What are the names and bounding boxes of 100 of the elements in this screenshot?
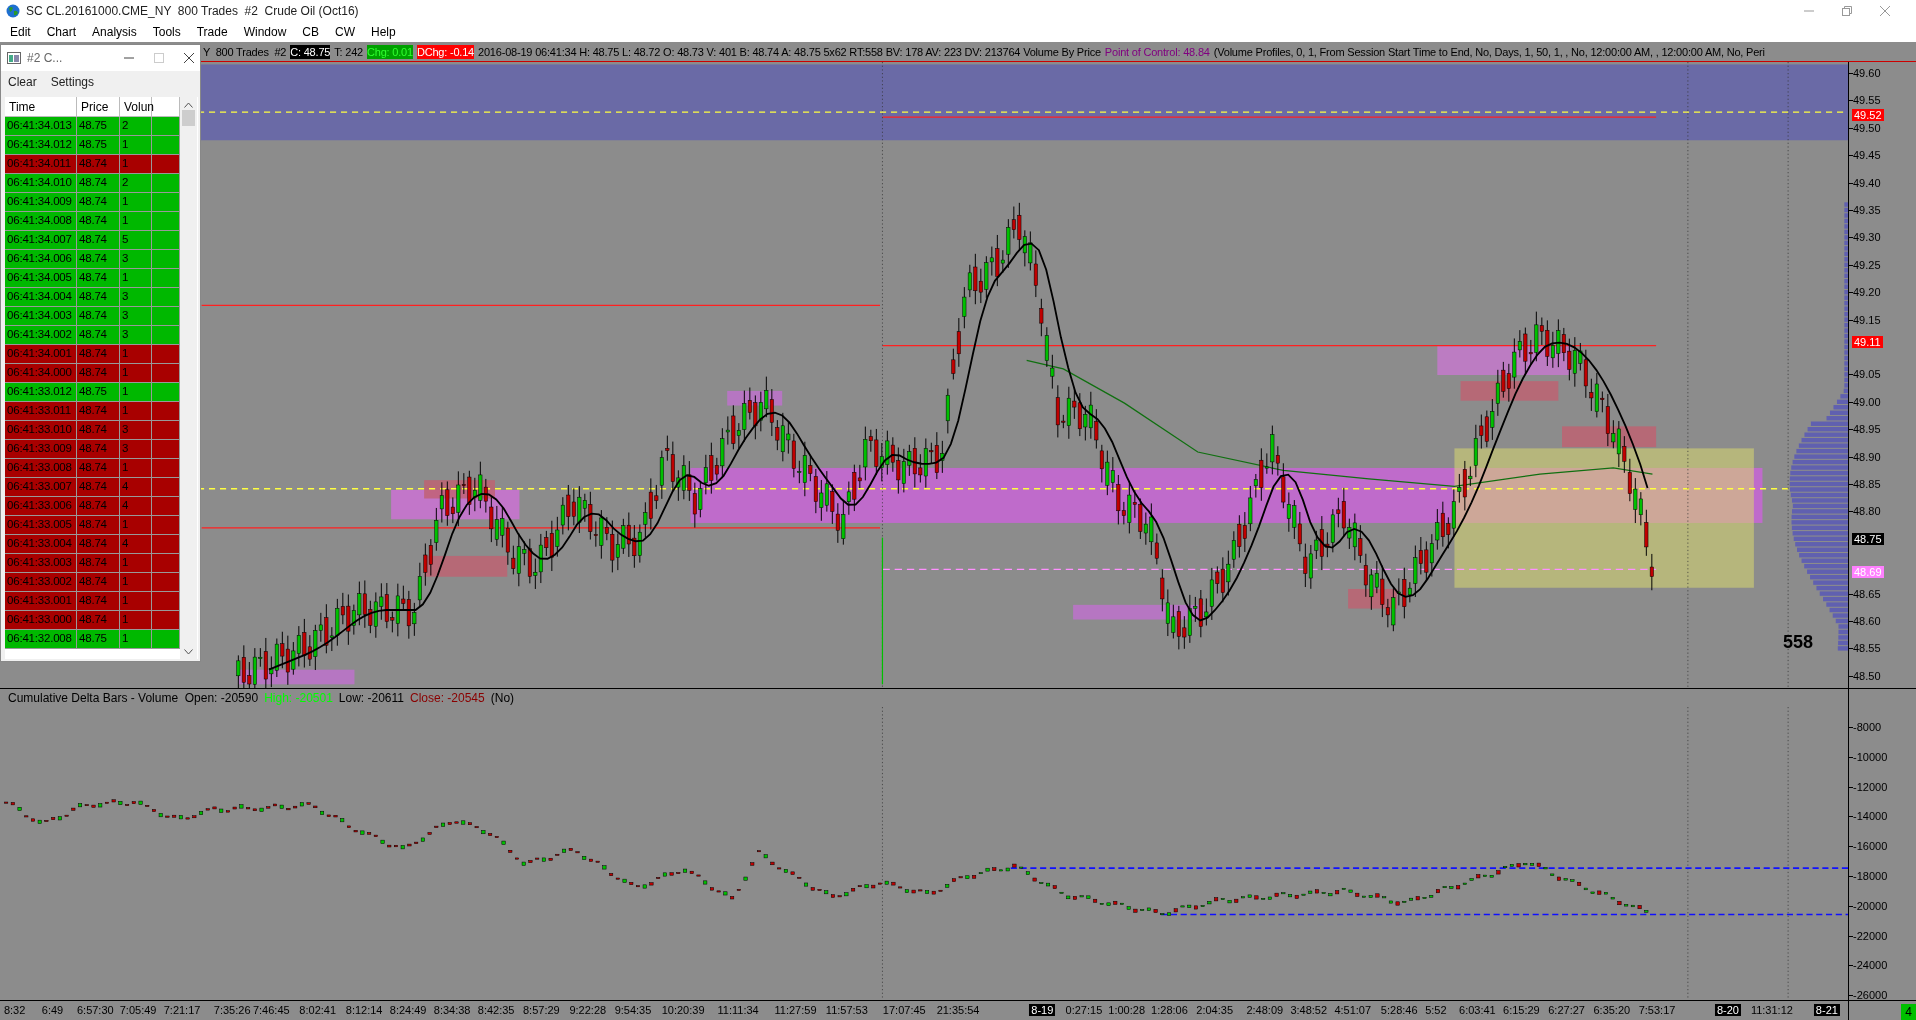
maximize-icon[interactable] [154,53,164,63]
table-cell: 4 [120,497,152,515]
table-cell: 1 [120,345,152,363]
time-label: 21:35:54 [935,1004,981,1016]
table-cell: 1 [120,630,152,648]
globe-icon [6,4,20,18]
time-label: 8:02:41 [298,1004,338,1016]
table-cell: 4 [120,478,152,496]
menu-item[interactable]: Chart [38,24,85,40]
price-marker: 48.69 [1852,566,1884,578]
time-label: 11:11:34 [716,1004,760,1016]
table-cell: 06:41:33.002 [5,573,77,591]
scroll-down-icon[interactable] [184,649,193,655]
table-cell: 1 [120,212,152,230]
close-icon[interactable] [184,53,194,63]
menu-item[interactable]: Edit [2,24,39,40]
table-cell: 1 [120,269,152,287]
table-cell: 1 [120,592,152,610]
table-cell: 48.74 [77,307,120,325]
table-cell: 06:41:34.012 [5,136,77,154]
date-label: 8-20 [1714,1004,1741,1016]
indicator-text: Low: -20611 [338,691,404,705]
table-cell: 48.75 [77,383,120,401]
table-cell: 06:41:34.000 [5,364,77,382]
table-cell: 06:41:34.010 [5,174,77,192]
scroll-up-icon[interactable] [184,102,193,108]
time-label: 11:31:12 [1749,1004,1794,1016]
table-cell: 48.74 [77,250,120,268]
time-label: 6:27:27 [1547,1004,1586,1016]
table-cell: 06:41:34.008 [5,212,77,230]
chart-info-text: Point of Control: 48.84 [1104,44,1210,59]
chart-info-text: (Volume Profiles, 0, 1, From Session Start Time to End, No, Days, 1, 50, 1, , No, 12:00:00 AM, , 12:00:00 AM, No, Peri [1213,44,1765,59]
table-cell: 1 [120,611,152,629]
time-label: 8:57:29 [522,1004,561,1016]
table-cell: 3 [120,421,152,439]
date-label: 8-21 [1813,1004,1840,1016]
table-cell: 48.74 [77,516,120,534]
time-label: 3:48:52 [1289,1004,1329,1016]
menu-item[interactable]: Help [363,24,404,40]
table-cell: 1 [120,155,152,173]
table-cell: 06:41:34.009 [5,193,77,211]
table-cell: 48.74 [77,440,120,458]
table-cell: 48.74 [77,554,120,572]
table-cell: 06:41:33.008 [5,459,77,477]
table-cell: 3 [120,326,152,344]
chart-info-text: Y 800 Trades #2 [203,44,287,59]
table-cell: 2 [120,174,152,192]
time-label: 7:53:17 [1637,1004,1677,1016]
table-cell: 48.74 [77,402,120,420]
time-label: 8:24:49 [388,1004,428,1016]
menu-item[interactable]: CB [294,24,327,40]
time-label: 9:54:35 [613,1004,653,1016]
time-label: 11:57:53 [824,1004,869,1016]
table-cell: 1 [120,383,152,401]
indicator-text: Cumulative Delta Bars - Volume Open: -20590 [8,691,259,705]
time-label: 8:32 [2,1004,27,1016]
table-cell: 48.74 [77,231,120,249]
price-marker: 49.52 [1852,109,1884,121]
price-marker: 49.11 [1852,336,1883,348]
table-cell: 1 [120,364,152,382]
table-cell: 48.74 [77,592,120,610]
chart-info-text: T: 242 [334,44,363,59]
window-title: SC CL.20161000.CME_NY 800 Trades #2 Crude Oil (Oct16) [26,4,359,18]
table-cell: 1 [120,554,152,572]
chart-info-text: DChg: -0.14 [416,44,474,59]
time-label: 6:35:20 [1592,1004,1632,1016]
menu-item[interactable]: CW [327,24,363,40]
table-cell: 3 [120,288,152,306]
table-cell: 48.74 [77,364,120,382]
table-cell: 06:41:33.009 [5,440,77,458]
menu-item[interactable]: Tools [144,24,189,40]
table-cell: 06:41:34.006 [5,250,77,268]
time-label: 6:57:30 [75,1004,115,1016]
time-label: 2:48:09 [1245,1004,1285,1016]
time-label: 7:05:49 [118,1004,158,1016]
time-label: 2:04:35 [1195,1004,1234,1016]
indicator-text: High: -20501 [264,691,333,705]
time-label: 7:35:26 [212,1004,252,1016]
table-cell: 5 [120,231,152,249]
window-title: #2 C... [27,51,64,65]
price-marker: 48.75 [1852,533,1884,545]
menu-item[interactable]: Analysis [84,24,145,40]
bar-count-label: 558 [1783,632,1814,653]
menu-item[interactable]: Window [235,24,295,40]
table-cell: 48.74 [77,326,120,344]
time-label: 5:28:46 [1379,1004,1419,1016]
toolbar-button[interactable]: Clear [3,73,42,91]
table-cell: 06:41:34.011 [5,155,77,173]
date-label: 8-19 [1029,1004,1056,1016]
table-cell: 48.74 [77,459,120,477]
toolbar-button[interactable]: Settings [45,73,100,91]
scroll-thumb[interactable] [182,110,195,126]
restore-icon[interactable] [1842,6,1852,16]
table-cell: 06:41:33.011 [5,402,77,420]
menu-item[interactable]: Trade [188,24,236,40]
status-badge: 4 [1901,1004,1916,1020]
table-cell: 1 [120,459,152,477]
table-cell: 48.75 [77,117,120,135]
time-label: 7:21:17 [162,1004,202,1016]
window-icon [7,52,21,64]
